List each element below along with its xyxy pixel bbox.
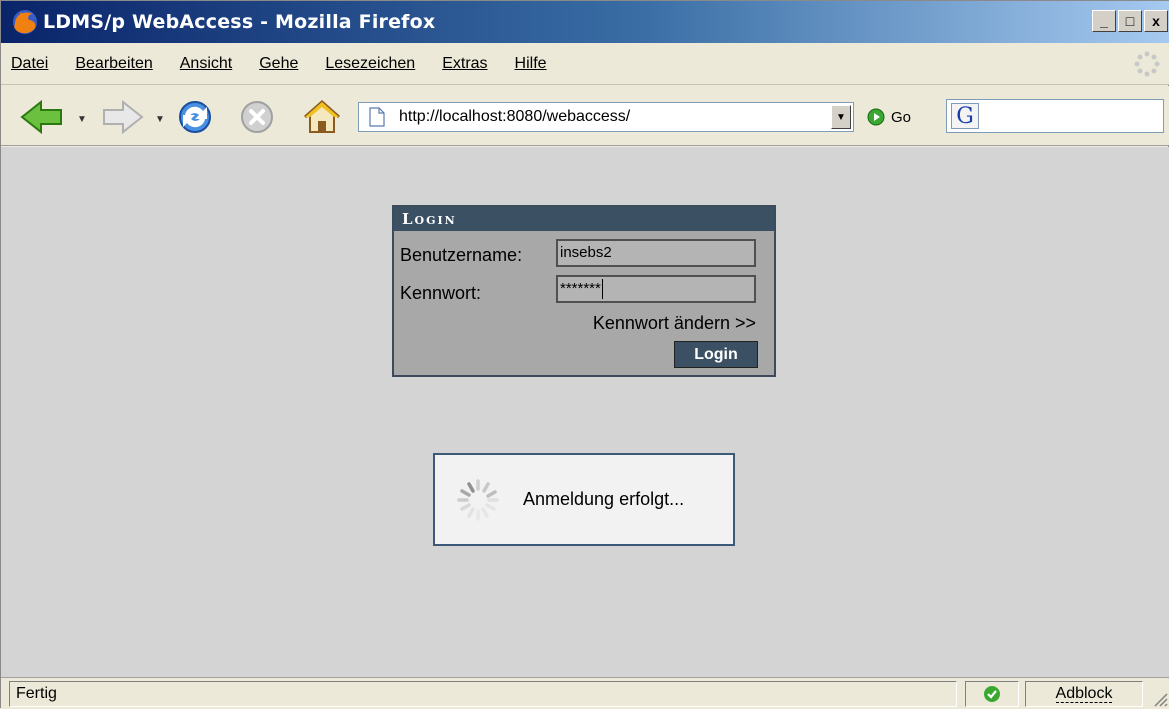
go-icon <box>867 108 885 126</box>
status-security-panel[interactable] <box>965 681 1019 707</box>
home-icon[interactable] <box>301 99 343 135</box>
password-label: Kennwort: <box>400 283 482 303</box>
loading-spinner-icon <box>457 478 499 521</box>
menu-bar: Datei Bearbeiten Ansicht Gehe Lesezeiche… <box>1 43 1169 85</box>
login-header: Login <box>394 207 774 231</box>
adblock-label[interactable]: Adblock <box>1055 685 1113 703</box>
search-field[interactable]: G <box>946 99 1164 133</box>
username-label: Benutzername: <box>400 245 523 265</box>
status-text: Fertig <box>9 681 957 707</box>
change-password-link[interactable]: Kennwort ändern >> <box>593 313 756 334</box>
status-bar: Fertig Adblock <box>1 677 1169 709</box>
forward-dropdown-icon[interactable]: ▼ <box>155 114 165 125</box>
window-controls: _ □ x <box>1092 10 1168 32</box>
password-field[interactable]: ******* <box>556 275 756 303</box>
stop-icon[interactable] <box>239 99 275 135</box>
menu-bearbeiten[interactable]: Bearbeiten <box>75 55 152 73</box>
menu-datei[interactable]: Datei <box>11 55 48 73</box>
forward-arrow-icon[interactable] <box>101 99 145 135</box>
maximize-button[interactable]: □ <box>1118 10 1142 32</box>
go-label: Go <box>891 108 912 126</box>
page-icon <box>369 107 385 127</box>
text-cursor <box>601 279 603 300</box>
login-panel: Login Benutzername: insebs2 Kennwort: **… <box>392 205 776 377</box>
navigation-toolbar: ▼ ▼ http://localhost:8080/webaccess/ ▼ G… <box>1 86 1169 146</box>
back-arrow-icon[interactable] <box>19 99 65 135</box>
login-button[interactable]: Login <box>674 341 758 368</box>
back-dropdown-icon[interactable]: ▼ <box>77 114 87 125</box>
password-value: ******* <box>560 280 601 297</box>
menu-lesezeichen[interactable]: Lesezeichen <box>325 55 415 73</box>
window-title: LDMS/p WebAccess - Mozilla Firefox <box>43 11 436 33</box>
page-content: Login Benutzername: insebs2 Kennwort: **… <box>1 147 1169 677</box>
checkmark-icon <box>984 686 1000 702</box>
google-search-engine-icon[interactable]: G <box>951 103 979 129</box>
resize-grip-icon[interactable] <box>1150 689 1168 707</box>
menu-hilfe[interactable]: Hilfe <box>515 55 547 73</box>
menu-extras[interactable]: Extras <box>442 55 487 73</box>
login-progress-dialog: Anmeldung erfolgt... <box>433 453 735 546</box>
url-dropdown-icon[interactable]: ▼ <box>831 105 851 129</box>
username-field[interactable]: insebs2 <box>556 239 756 267</box>
url-bar[interactable]: http://localhost:8080/webaccess/ ▼ <box>358 102 854 132</box>
menu-gehe[interactable]: Gehe <box>259 55 298 73</box>
throbber-icon <box>1134 51 1160 77</box>
reload-icon[interactable] <box>175 99 215 135</box>
url-text[interactable]: http://localhost:8080/webaccess/ <box>399 108 630 126</box>
close-button[interactable]: x <box>1144 10 1168 32</box>
title-bar[interactable]: LDMS/p WebAccess - Mozilla Firefox _ □ x <box>1 1 1169 43</box>
adblock-status[interactable]: Adblock <box>1025 681 1143 707</box>
progress-message: Anmeldung erfolgt... <box>523 489 685 509</box>
minimize-button[interactable]: _ <box>1092 10 1116 32</box>
firefox-icon <box>13 10 37 34</box>
menu-ansicht[interactable]: Ansicht <box>180 55 232 73</box>
go-button[interactable]: Go <box>867 108 911 126</box>
browser-window: LDMS/p WebAccess - Mozilla Firefox _ □ x… <box>0 0 1169 709</box>
